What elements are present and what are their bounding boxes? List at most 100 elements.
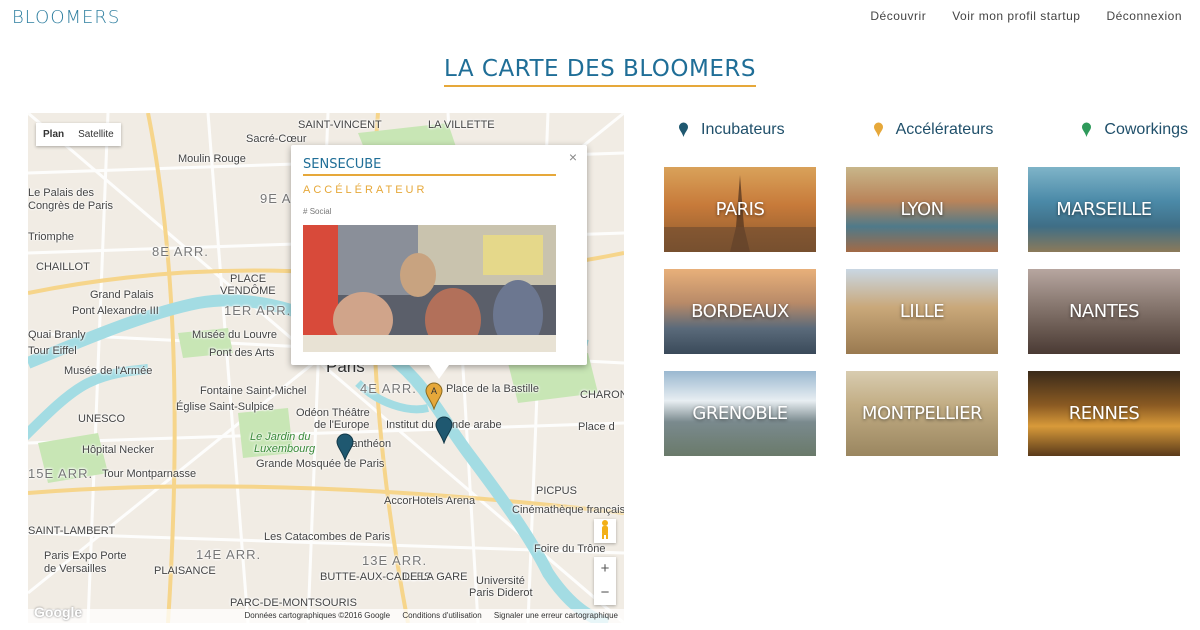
map-label: Le Jardin du	[250, 431, 311, 443]
city-card-lille[interactable]: LILLE	[846, 269, 998, 354]
top-nav: Découvrir Voir mon profil startup Déconn…	[870, 9, 1182, 23]
map-label: Luxembourg	[254, 443, 316, 455]
map-label: Église Saint-Sulpice	[176, 401, 274, 413]
map-label: Le Palais des	[28, 187, 95, 199]
map-label: Tour Eiffel	[28, 345, 77, 357]
nav-decouvrir[interactable]: Découvrir	[870, 9, 926, 23]
city-name: NANTES	[1068, 301, 1140, 322]
map-label: Tour Montparnasse	[102, 468, 197, 480]
report-error-link[interactable]: Signaler une erreur cartographique	[494, 611, 618, 620]
map-label: CHARONNE	[580, 389, 624, 401]
map-label: PICPUS	[536, 485, 577, 497]
map-label: de Versailles	[44, 563, 107, 575]
city-card-lyon[interactable]: LYON	[846, 167, 998, 252]
info-window: SENSECUBE × ACCÉLÉRATEUR # Social	[291, 145, 587, 379]
map-label: Pont des Arts	[209, 347, 275, 359]
map-label: Paris Diderot	[469, 587, 533, 599]
map-label: DE LA GARE	[402, 571, 468, 583]
map-label: Quai Branly	[28, 329, 86, 341]
city-name: MONTPELLIER	[861, 403, 983, 424]
map-label: de l'Europe	[314, 419, 370, 431]
map-label: Musée du Louvre	[192, 329, 277, 341]
map-label: Foire du Trône	[534, 543, 606, 555]
legend-accelerateurs[interactable]: Accélérateurs	[873, 121, 994, 139]
map-label: SAINT-VINCENT	[298, 119, 382, 131]
zoom-in-button[interactable]: +	[594, 557, 616, 581]
page-title-wrap: LA CARTE DES BLOOMERS	[0, 56, 1200, 87]
map-type-satellite[interactable]: Satellite	[71, 123, 121, 146]
map-label: PLACE	[230, 273, 267, 285]
city-grid: PARIS LYON MARSEILLE BORDEAUX LILLE NANT…	[664, 167, 1180, 456]
map-label: Les Catacombes de Paris	[264, 531, 390, 543]
map-label: UNESCO	[78, 413, 126, 425]
map-label: Hôpital Necker	[82, 444, 155, 456]
logo[interactable]: BLOOMERS	[12, 7, 120, 28]
city-name: LYON	[900, 199, 944, 220]
map-label: CHAILLOT	[36, 261, 90, 273]
info-window-title[interactable]: SENSECUBE	[303, 157, 556, 176]
map-label: Grand Palais	[90, 289, 154, 301]
map-label: SAINT-LAMBERT	[28, 525, 116, 537]
map-label: Triomphe	[28, 231, 75, 243]
city-card-bordeaux[interactable]: BORDEAUX	[664, 269, 816, 354]
legend-label: Accélérateurs	[895, 121, 994, 138]
legend-label: Incubateurs	[701, 121, 785, 138]
map-data-credit: Données cartographiques ©2016 Google	[244, 611, 391, 620]
city-name: LILLE	[899, 301, 945, 322]
map-label: Sacré-Cœur	[246, 133, 307, 145]
map-label: Place de la Bastille	[446, 383, 539, 395]
map-label: PARC-DE-MONTSOURIS	[230, 597, 357, 609]
map-label: 8E ARR.	[152, 244, 209, 259]
city-card-rennes[interactable]: RENNES	[1028, 371, 1180, 456]
city-card-paris[interactable]: PARIS	[664, 167, 816, 252]
city-name: GRENOBLE	[692, 403, 788, 424]
map-label: Place d	[578, 421, 615, 433]
map-label: Pont Alexandre III	[72, 305, 159, 317]
city-name: RENNES	[1068, 403, 1140, 424]
incubator-marker[interactable]	[336, 433, 354, 461]
map-label: 13E ARR.	[362, 553, 428, 568]
map-type-control: Plan Satellite	[36, 123, 121, 146]
tag-label: Social	[309, 207, 332, 216]
close-icon[interactable]: ×	[569, 149, 577, 165]
svg-text:A: A	[431, 386, 437, 396]
incubator-marker[interactable]	[435, 416, 453, 444]
map-label: Fontaine Saint-Michel	[200, 385, 307, 397]
terms-link[interactable]: Conditions d'utilisation	[402, 611, 481, 620]
nav-deconnexion[interactable]: Déconnexion	[1106, 9, 1182, 23]
incubator-pin-icon	[679, 122, 688, 137]
map-label: LA VILLETTE	[428, 119, 495, 131]
info-window-type: ACCÉLÉRATEUR	[303, 184, 428, 196]
city-card-montpellier[interactable]: MONTPELLIER	[846, 371, 998, 456]
google-logo[interactable]: Google	[34, 604, 82, 620]
legend-coworkings[interactable]: Coworkings	[1081, 121, 1188, 139]
map-footer: Données cartographiques ©2016 Google Con…	[28, 609, 624, 623]
city-card-nantes[interactable]: NANTES	[1028, 269, 1180, 354]
hashtag-icon: #	[303, 207, 308, 216]
legend-incubateurs[interactable]: Incubateurs	[678, 121, 785, 139]
zoom-out-button[interactable]: −	[594, 581, 616, 605]
map-label: Musée de l'Armée	[64, 365, 153, 377]
map-label: Cinémathèque française	[512, 504, 624, 516]
street-view-pegman-icon[interactable]	[594, 519, 616, 543]
accelerator-marker[interactable]: A	[425, 382, 443, 410]
legend: Incubateurs Accélérateurs Coworkings	[678, 121, 1188, 139]
accelerator-pin-icon	[873, 122, 883, 137]
map[interactable]: LA VILLETTE SAINT-VINCENT Sacré-Cœur Mou…	[28, 113, 624, 623]
map-label: Grande Mosquée de Paris	[256, 458, 385, 470]
info-window-tag: # Social	[303, 207, 331, 216]
map-type-plan[interactable]: Plan	[36, 123, 71, 146]
map-label: Université	[476, 575, 525, 587]
map-label: Moulin Rouge	[178, 153, 246, 165]
zoom-control: + −	[594, 557, 616, 605]
city-name: PARIS	[715, 199, 765, 220]
page-title: LA CARTE DES BLOOMERS	[444, 56, 756, 87]
map-label: AccorHotels Arena	[384, 495, 476, 507]
map-label: VENDÔME	[220, 285, 276, 297]
city-card-marseille[interactable]: MARSEILLE	[1028, 167, 1180, 252]
map-label: 14E ARR.	[196, 547, 262, 562]
map-label: Paris Expo Porte	[44, 550, 127, 562]
startup-photo	[303, 225, 556, 352]
city-card-grenoble[interactable]: GRENOBLE	[664, 371, 816, 456]
nav-profil-startup[interactable]: Voir mon profil startup	[952, 9, 1080, 23]
